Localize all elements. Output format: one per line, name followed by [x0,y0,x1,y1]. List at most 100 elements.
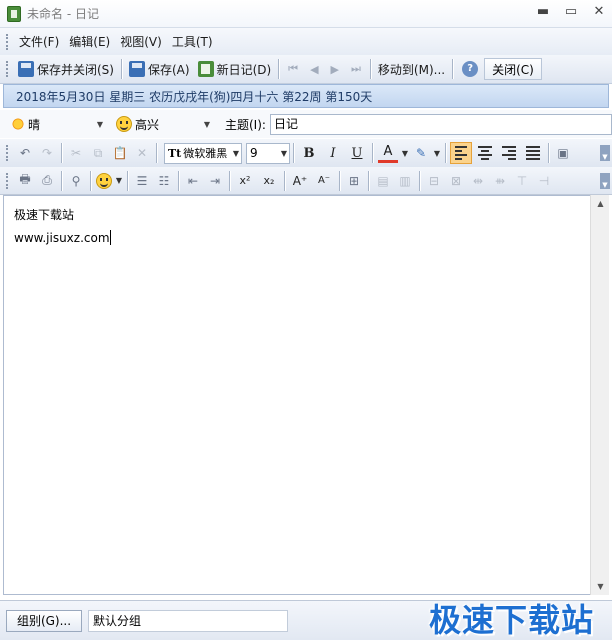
cut-icon[interactable]: ✂ [67,144,85,162]
menu-view[interactable]: 视图(V) [115,33,167,50]
toolbar-separator [61,143,62,163]
grow-font-button[interactable]: A⁺ [290,171,310,191]
new-diary-label: 新日记(D) [216,62,272,77]
save-close-icon [18,61,34,77]
toolbar-separator [278,59,280,79]
chevron-down-icon[interactable]: ▼ [202,120,212,129]
diary-editor[interactable]: 极速下载站 www.jisuxz.com [3,195,597,595]
toolbar-separator [127,170,128,191]
superscript-button[interactable]: x² [235,171,255,191]
toolbar-grip-icon[interactable] [6,33,10,50]
group-button[interactable]: 组别(G)... [6,609,82,632]
insert-row-icon[interactable]: ▤ [374,172,392,190]
window-controls: ▬ ▭ ✕ [536,4,606,19]
text-caret [109,230,111,245]
highlight-icon[interactable]: ✎ [412,144,430,162]
toolbar-separator [372,143,373,163]
toolbar-overflow-icon[interactable]: ▼ [600,173,610,189]
insert-image-icon[interactable]: ▣ [554,144,572,162]
undo-icon[interactable]: ↶ [16,144,34,162]
find-icon[interactable]: ⚲ [67,172,85,190]
menu-tools[interactable]: 工具(T) [167,33,218,50]
toolbar-separator [369,59,371,79]
chevron-down-icon[interactable]: ▼ [95,120,105,129]
help-icon[interactable]: ? [462,61,479,77]
main-toolbar: 保存并关闭(S) 保存(A) 新日记(D) ⏮ ◀ ▶ ⏭ 移动到(M)... … [0,55,612,84]
save-and-close-label: 保存并关闭(S) [37,62,114,77]
close-icon[interactable]: ✕ [592,4,606,19]
numbered-list-icon[interactable]: ☷ [155,172,173,190]
bold-button[interactable]: B [299,143,319,163]
format-toolbar: ↶ ↷ ✂ ⧉ 📋 ✕ Tt 微软雅黑 ▼ 9 ▼ B I U A ▼ ✎ ▼ … [0,139,612,167]
weather-select[interactable]: 晴 ▼ [8,114,106,135]
move-to-button[interactable]: 移动到(M)... [374,58,449,80]
redo-icon[interactable]: ↷ [38,144,56,162]
delete-column-icon[interactable]: ⇻ [491,172,509,190]
bullet-list-icon[interactable]: ☰ [133,172,151,190]
scroll-down-icon[interactable]: ▼ [591,578,610,595]
table-properties-icon[interactable]: ⊣ [535,172,553,190]
vertical-scrollbar[interactable]: ▲ ▼ [590,195,609,595]
font-color-button[interactable]: A [378,143,398,163]
mood-select[interactable]: 高兴 ▼ [115,114,213,135]
mood-value: 高兴 [135,117,160,132]
next-entry-icon[interactable]: ▶ [325,63,345,76]
last-entry-icon[interactable]: ⏭ [345,62,367,76]
minimize-icon[interactable]: ▬ [536,4,550,19]
chevron-down-icon[interactable]: ▼ [279,149,289,158]
decrease-indent-icon[interactable]: ⇤ [184,172,202,190]
toolbar-grip-icon[interactable] [6,172,10,189]
toolbar-separator [445,143,446,163]
print-icon[interactable]: 🖶 [16,172,34,190]
menu-file[interactable]: 文件(F) [14,33,64,50]
save-button[interactable]: 保存(A) [125,58,194,80]
increase-indent-icon[interactable]: ⇥ [206,172,224,190]
insert-emoticon-icon[interactable] [96,172,112,189]
italic-button[interactable]: I [323,143,343,163]
cell-properties-icon[interactable]: ⊤ [513,172,531,190]
paste-icon[interactable]: 📋 [111,144,129,162]
insert-table-icon[interactable]: ⊞ [345,172,363,190]
menu-edit[interactable]: 编辑(E) [64,33,115,50]
first-entry-icon[interactable]: ⏮ [282,62,304,76]
toolbar-grip-icon[interactable] [6,145,10,161]
split-cells-icon[interactable]: ⊠ [447,172,465,190]
justify-icon[interactable] [522,142,544,164]
editor-line: 极速下载站 [14,208,75,222]
subject-input[interactable]: 日记 [269,113,612,135]
merge-cells-icon[interactable]: ⊟ [425,172,443,190]
save-and-close-button[interactable]: 保存并关闭(S) [14,58,118,80]
save-icon [128,61,145,77]
align-right-icon[interactable] [498,142,520,164]
insert-column-icon[interactable]: ▥ [396,172,414,190]
toolbar-overflow-icon[interactable]: ▼ [600,145,610,161]
toolbar-separator [548,143,549,163]
editor-line: www.jisuxz.com [14,227,586,250]
insert-toolbar: 🖶 ⎙ ⚲ ▼ ☰ ☷ ⇤ ⇥ x² x₂ A⁺ A⁻ ⊞ ▤ ▥ ⊟ ⊠ ⇹ … [0,167,612,195]
subscript-button[interactable]: x₂ [259,171,279,191]
delete-icon[interactable]: ✕ [133,144,151,162]
print-preview-icon[interactable]: ⎙ [38,172,56,190]
align-center-icon[interactable] [474,142,496,164]
align-left-icon[interactable] [450,142,472,164]
close-button[interactable]: 关闭(C) [484,58,542,80]
save-label: 保存(A) [147,62,190,77]
shrink-font-button[interactable]: A⁻ [314,171,334,191]
chevron-down-icon[interactable]: ▼ [432,149,442,158]
toolbar-grip-icon[interactable] [6,61,10,77]
copy-icon[interactable]: ⧉ [89,144,107,162]
font-size-select[interactable]: 9 ▼ [246,142,290,164]
toolbar-separator [229,170,230,191]
title-bar: 未命名 - 日记 ▬ ▭ ✕ [0,0,612,28]
chevron-down-icon[interactable]: ▼ [400,149,410,158]
menu-bar: 文件(F) 编辑(E) 视图(V) 工具(T) [0,28,612,55]
new-diary-button[interactable]: 新日记(D) [194,58,276,80]
maximize-icon[interactable]: ▭ [564,4,578,19]
chevron-down-icon[interactable]: ▼ [231,149,241,158]
underline-button[interactable]: U [347,143,367,163]
scroll-up-icon[interactable]: ▲ [591,195,610,212]
previous-entry-icon[interactable]: ◀ [304,63,324,76]
chevron-down-icon[interactable]: ▼ [114,176,124,185]
delete-row-icon[interactable]: ⇹ [469,172,487,190]
font-family-select[interactable]: Tt 微软雅黑 ▼ [164,142,242,164]
